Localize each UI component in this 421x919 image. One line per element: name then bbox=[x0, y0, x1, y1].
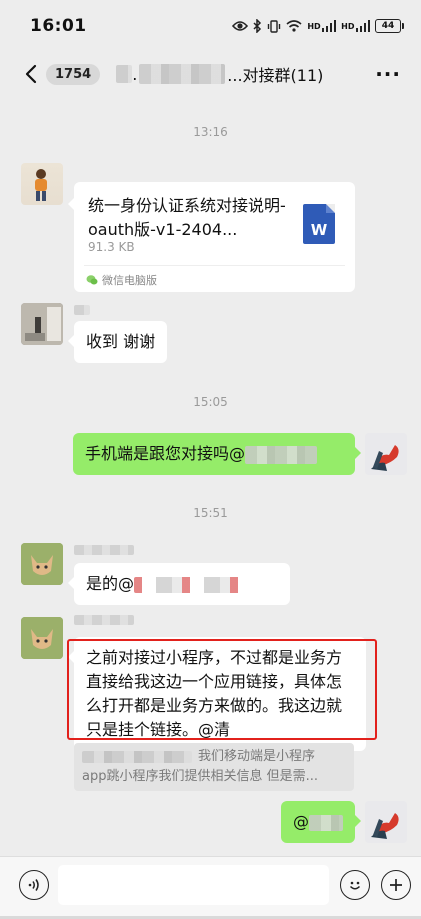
fox-avatar-icon bbox=[21, 617, 63, 659]
person-avatar-icon bbox=[35, 169, 47, 201]
wifi-icon bbox=[286, 20, 302, 32]
voice-icon bbox=[28, 879, 39, 891]
bluetooth-icon bbox=[253, 19, 262, 33]
avatar[interactable] bbox=[21, 303, 63, 345]
redacted-mention bbox=[309, 814, 343, 831]
message-bubble-self[interactable]: 手机端是跟您对接吗@ bbox=[73, 433, 361, 475]
room-photo-avatar-icon bbox=[21, 303, 63, 345]
wechat-icon bbox=[86, 275, 98, 285]
redacted-sender-name bbox=[74, 305, 90, 315]
redacted-sender-name bbox=[74, 545, 134, 555]
plus-icon bbox=[390, 879, 402, 891]
word-document-icon: W bbox=[303, 204, 335, 244]
file-source-label: 微信电脑版 bbox=[102, 274, 157, 287]
signal-icon: HD bbox=[307, 20, 337, 32]
divider bbox=[84, 265, 345, 266]
redacted-title-block bbox=[116, 65, 133, 83]
avatar-self[interactable] bbox=[365, 801, 407, 843]
redacted-mention bbox=[245, 445, 318, 464]
quote-line: 我们移动端是小程序 bbox=[82, 747, 346, 767]
status-icons: HD HD 44 bbox=[232, 19, 404, 33]
quote-text: 我们移动端是小程序 bbox=[198, 749, 316, 764]
flag-avatar-icon bbox=[365, 433, 407, 475]
message-text: 手机端是跟您对接吗@ bbox=[85, 444, 246, 463]
back-button[interactable]: 1754 bbox=[0, 62, 101, 86]
voice-input-button[interactable] bbox=[19, 870, 49, 900]
timestamp: 15:05 bbox=[193, 395, 228, 409]
chat-title-prefix: . bbox=[132, 64, 138, 84]
emoji-button[interactable] bbox=[340, 870, 370, 900]
message-text: @ bbox=[293, 812, 309, 831]
redacted-title-block bbox=[139, 64, 226, 84]
chevron-left-icon bbox=[25, 64, 37, 84]
message-text: 是的@ bbox=[86, 574, 135, 593]
battery-level: 44 bbox=[381, 21, 395, 31]
eye-icon bbox=[232, 20, 249, 32]
redacted-quote-name bbox=[82, 750, 192, 763]
quoted-message[interactable]: 我们移动端是小程序 app跳小程序我们提供相关信息 但是需... bbox=[74, 743, 354, 791]
more-functions-button[interactable] bbox=[381, 870, 411, 900]
chat-nav-bar: 1754 . ...对接群(11) ··· bbox=[0, 52, 421, 96]
chat-title-text: ...对接群(11) bbox=[227, 66, 324, 85]
redacted-mention bbox=[134, 576, 251, 593]
message-bubble[interactable]: 之前对接过小程序，不过都是业务方直接给我这边一个应用链接，具体怎么打开都是业务方… bbox=[68, 637, 366, 751]
unread-count-badge: 1754 bbox=[46, 63, 101, 85]
message-bubble-self[interactable]: @ bbox=[281, 801, 361, 843]
message-input[interactable] bbox=[58, 865, 329, 905]
word-icon-letter: W bbox=[310, 221, 328, 239]
flag-avatar-icon bbox=[365, 801, 407, 843]
message-bubble[interactable]: 是的@ bbox=[68, 563, 290, 605]
smiley-icon bbox=[349, 881, 361, 890]
quote-line: app跳小程序我们提供相关信息 但是需... bbox=[82, 769, 318, 784]
vibrate-icon bbox=[267, 19, 281, 33]
timestamp: 15:51 bbox=[193, 506, 228, 520]
battery-icon: 44 bbox=[375, 19, 404, 33]
fox-avatar-icon bbox=[21, 543, 63, 585]
avatar[interactable] bbox=[21, 617, 63, 659]
file-source: 微信电脑版 bbox=[86, 272, 157, 288]
message-bubble[interactable]: 收到 谢谢 bbox=[67, 321, 168, 363]
file-name: 统一身份认证系统对接说明-oauth版-v1-2404... bbox=[88, 196, 286, 239]
message-input-bar bbox=[0, 856, 421, 919]
more-options-button[interactable]: ··· bbox=[375, 62, 401, 86]
redacted-sender-name bbox=[74, 615, 134, 625]
timestamp: 13:16 bbox=[193, 125, 228, 139]
status-time: 16:01 bbox=[30, 16, 87, 36]
file-message-card[interactable]: 统一身份认证系统对接说明-oauth版-v1-2404... 91.3 KB W… bbox=[68, 182, 355, 292]
chat-title[interactable]: . ...对接群(11) bbox=[116, 62, 323, 86]
avatar[interactable] bbox=[21, 543, 63, 585]
file-size: 91.3 KB bbox=[88, 240, 135, 254]
status-bar: 16:01 HD HD 44 bbox=[0, 0, 421, 52]
avatar[interactable] bbox=[21, 163, 63, 205]
signal-icon: HD bbox=[341, 20, 370, 32]
avatar-self[interactable] bbox=[365, 433, 407, 475]
